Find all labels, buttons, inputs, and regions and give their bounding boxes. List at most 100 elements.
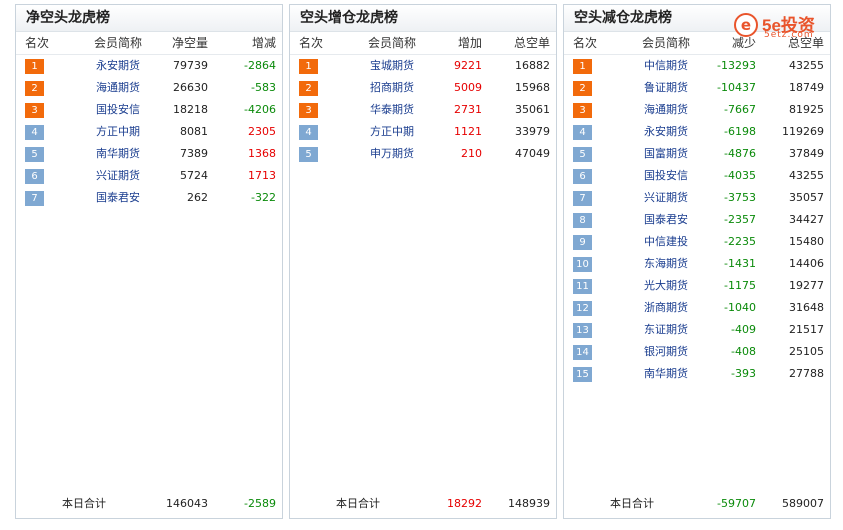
footer-total-short: 589007 bbox=[782, 497, 824, 510]
rank-cell: 2 bbox=[573, 77, 592, 99]
value-cell-2: 2305 bbox=[248, 125, 276, 138]
panel-title: 空头增仓龙虎榜 bbox=[290, 5, 556, 32]
table-body: 1 宝城期货 9221 16882 2 招商期货 5009 15968 3 华泰期货 2731 350… bbox=[290, 55, 556, 165]
rank-cell: 3 bbox=[299, 99, 318, 121]
rank-badge: 4 bbox=[573, 125, 592, 140]
value-cell-1: -13293 bbox=[717, 59, 756, 72]
footer-label: 本日合计 bbox=[62, 497, 106, 510]
table-row: 5 国富期货 -4876 37849 bbox=[564, 143, 830, 165]
table-footer: 本日合计 18292 148939 bbox=[290, 496, 556, 512]
footer-total-decrease: -59707 bbox=[717, 497, 756, 510]
table-row: 3 华泰期货 2731 35061 bbox=[290, 99, 556, 121]
rank-badge: 6 bbox=[573, 169, 592, 184]
footer-label: 本日合计 bbox=[610, 497, 654, 510]
rank-cell: 8 bbox=[573, 209, 592, 231]
table-row: 3 国投安信 18218 -4206 bbox=[16, 99, 282, 121]
rank-cell: 6 bbox=[25, 165, 44, 187]
rank-badge: 3 bbox=[573, 103, 592, 118]
rank-badge: 2 bbox=[25, 81, 44, 96]
short-increase-panel: 空头增仓龙虎榜 名次 会员简称 增加 总空单 1 宝城期货 9221 16882 2 招商… bbox=[289, 4, 557, 519]
value-cell-2: 81925 bbox=[789, 103, 824, 116]
rank-badge: 4 bbox=[25, 125, 44, 140]
table-row: 11 光大期货 -1175 19277 bbox=[564, 275, 830, 297]
table-row: 5 申万期货 210 47049 bbox=[290, 143, 556, 165]
value-cell-1: -1431 bbox=[724, 257, 756, 270]
rank-cell: 1 bbox=[25, 55, 44, 77]
header-change: 增减 bbox=[251, 36, 276, 50]
table-body: 1 中信期货 -13293 43255 2 鲁证期货 -10437 18749 3 海通期货 -76… bbox=[564, 55, 830, 385]
table-row: 2 招商期货 5009 15968 bbox=[290, 77, 556, 99]
value-cell-1: -2357 bbox=[724, 213, 756, 226]
table-header: 名次 会员简称 减少 总空单 bbox=[564, 32, 830, 55]
value-cell-1: 5009 bbox=[454, 81, 482, 94]
value-cell-1: -409 bbox=[731, 323, 756, 336]
footer-total-change: -2589 bbox=[244, 497, 276, 510]
table-row: 2 鲁证期货 -10437 18749 bbox=[564, 77, 830, 99]
value-cell-2: 19277 bbox=[789, 279, 824, 292]
value-cell-2: 43255 bbox=[789, 169, 824, 182]
rank-cell: 5 bbox=[573, 143, 592, 165]
rank-badge: 11 bbox=[573, 279, 592, 294]
table-header: 名次 会员简称 增加 总空单 bbox=[290, 32, 556, 55]
value-cell-2: 1368 bbox=[248, 147, 276, 160]
value-cell-1: 18218 bbox=[173, 103, 208, 116]
rank-cell: 4 bbox=[299, 121, 318, 143]
header-rank: 名次 bbox=[299, 36, 324, 50]
rank-cell: 7 bbox=[573, 187, 592, 209]
table-row: 7 国泰君安 262 -322 bbox=[16, 187, 282, 209]
rank-cell: 5 bbox=[299, 143, 318, 165]
rank-cell: 13 bbox=[573, 319, 592, 341]
rank-badge: 6 bbox=[25, 169, 44, 184]
rank-cell: 14 bbox=[573, 341, 592, 363]
rank-cell: 2 bbox=[299, 77, 318, 99]
table-row: 12 浙商期货 -1040 31648 bbox=[564, 297, 830, 319]
value-cell-2: 1713 bbox=[248, 169, 276, 182]
table-header: 名次 会员简称 净空量 增减 bbox=[16, 32, 282, 55]
table-row: 1 宝城期货 9221 16882 bbox=[290, 55, 556, 77]
value-cell-2: 47049 bbox=[515, 147, 550, 160]
rank-badge: 9 bbox=[573, 235, 592, 250]
value-cell-1: -408 bbox=[731, 345, 756, 358]
value-cell-1: 8081 bbox=[180, 125, 208, 138]
value-cell-2: 31648 bbox=[789, 301, 824, 314]
value-cell-2: 33979 bbox=[515, 125, 550, 138]
value-cell-1: -4035 bbox=[724, 169, 756, 182]
rank-badge: 1 bbox=[299, 59, 318, 74]
rank-cell: 9 bbox=[573, 231, 592, 253]
rank-badge: 7 bbox=[573, 191, 592, 206]
value-cell-1: 1121 bbox=[454, 125, 482, 138]
rank-badge: 1 bbox=[25, 59, 44, 74]
table-row: 3 海通期货 -7667 81925 bbox=[564, 99, 830, 121]
rank-cell: 7 bbox=[25, 187, 44, 209]
value-cell-2: 21517 bbox=[789, 323, 824, 336]
value-cell-1: -393 bbox=[731, 367, 756, 380]
value-cell-2: 43255 bbox=[789, 59, 824, 72]
rank-badge: 13 bbox=[573, 323, 592, 338]
rank-cell: 5 bbox=[25, 143, 44, 165]
rank-badge: 3 bbox=[299, 103, 318, 118]
value-cell-1: -1175 bbox=[724, 279, 756, 292]
value-cell-1: 2731 bbox=[454, 103, 482, 116]
rank-cell: 2 bbox=[25, 77, 44, 99]
value-cell-2: 119269 bbox=[782, 125, 824, 138]
rank-cell: 4 bbox=[25, 121, 44, 143]
value-cell-2: -2864 bbox=[244, 59, 276, 72]
value-cell-2: -583 bbox=[251, 81, 276, 94]
rank-cell: 1 bbox=[299, 55, 318, 77]
value-cell-2: 16882 bbox=[515, 59, 550, 72]
table-row: 1 中信期货 -13293 43255 bbox=[564, 55, 830, 77]
rank-cell: 11 bbox=[573, 275, 592, 297]
header-rank: 名次 bbox=[25, 36, 50, 50]
header-total-short: 总空单 bbox=[513, 36, 550, 50]
value-cell-1: 9221 bbox=[454, 59, 482, 72]
rank-badge: 4 bbox=[299, 125, 318, 140]
header-rank: 名次 bbox=[573, 36, 598, 50]
rank-cell: 3 bbox=[25, 99, 44, 121]
rank-cell: 4 bbox=[573, 121, 592, 143]
table-row: 4 方正中期 8081 2305 bbox=[16, 121, 282, 143]
table-row: 2 海通期货 26630 -583 bbox=[16, 77, 282, 99]
value-cell-1: 7389 bbox=[180, 147, 208, 160]
table-row: 4 方正中期 1121 33979 bbox=[290, 121, 556, 143]
value-cell-1: -7667 bbox=[724, 103, 756, 116]
value-cell-2: 34427 bbox=[789, 213, 824, 226]
